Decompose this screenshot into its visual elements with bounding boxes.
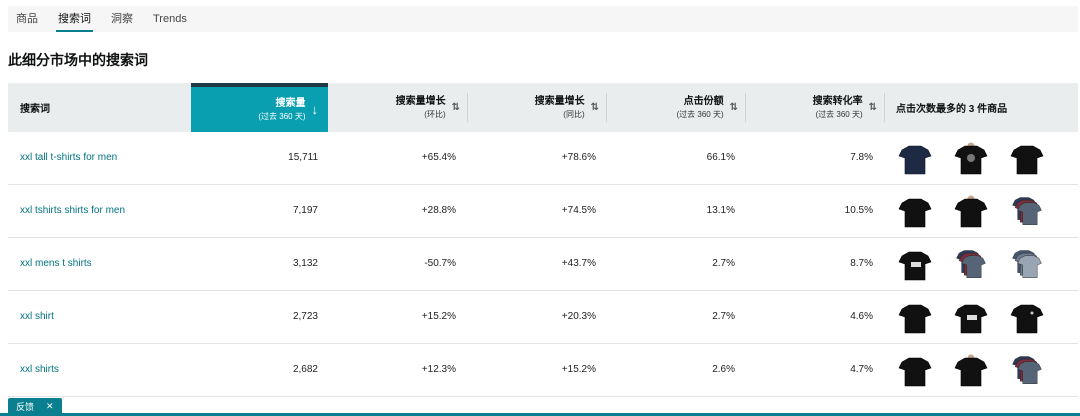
product-thumbnail[interactable] [954, 354, 988, 388]
conversion-value: 10.5% [844, 205, 873, 216]
col-sub: (同比) [563, 109, 585, 119]
product-thumbnail[interactable] [954, 195, 988, 229]
product-thumbnail[interactable] [898, 301, 932, 335]
col-label: 搜索转化率 [812, 95, 863, 107]
sort-icon[interactable]: ⇅ [452, 102, 460, 113]
col-label: 搜索量 [275, 97, 306, 109]
sort-desc-icon[interactable]: ↓ [312, 102, 319, 117]
product-thumbnail[interactable] [1010, 248, 1044, 282]
column-divider [467, 93, 468, 122]
column-divider [745, 93, 746, 122]
click-share-value: 2.6% [712, 364, 735, 375]
search-terms-table: 搜索词 搜索量 (过去 360 天) ↓ 搜索量增长 (环比) ⇅ 搜索量增长 (同比… [8, 83, 1078, 397]
close-icon[interactable]: ✕ [46, 401, 54, 412]
tab-insights[interactable]: 洞察 [109, 6, 135, 32]
product-thumbnail[interactable] [898, 248, 932, 282]
conversion-value: 4.6% [850, 311, 873, 322]
col-label: 搜索量增长 [395, 95, 446, 107]
col-conversion[interactable]: 搜索转化率 (过去 360 天) ⇅ [756, 83, 877, 132]
search-volume-value: 7,197 [292, 205, 318, 216]
product-thumbnail[interactable] [954, 248, 988, 282]
search-volume-value: 2,723 [292, 311, 318, 322]
col-label: 点击份额 [683, 95, 724, 107]
tab-products[interactable]: 商品 [14, 6, 40, 32]
growth-mom-value: +28.8% [421, 205, 456, 216]
search-term-link[interactable]: xxl shirts [20, 344, 190, 396]
product-thumbnail[interactable] [898, 142, 932, 176]
product-thumbnail[interactable] [954, 142, 988, 176]
sort-icon[interactable]: ⇅ [730, 102, 738, 113]
col-search-term: 搜索词 [20, 104, 50, 115]
product-thumbnail[interactable] [1010, 354, 1044, 388]
conversion-value: 8.7% [850, 258, 873, 269]
search-volume-value: 2,682 [292, 364, 318, 375]
conversion-value: 7.8% [850, 152, 873, 163]
product-thumbnail[interactable] [898, 195, 932, 229]
growth-mom-value: +15.2% [421, 311, 456, 322]
col-top-products: 点击次数最多的 3 件商品 [896, 104, 1008, 115]
growth-yoy-value: +15.2% [561, 364, 596, 375]
column-divider [606, 93, 607, 122]
tab-search-terms[interactable]: 搜索词 [56, 6, 93, 32]
col-sub: (过去 360 天) [258, 111, 306, 121]
col-label: 搜索量增长 [534, 95, 585, 107]
table-row: xxl tshirts shirts for men 7,197 +28.8% +74… [8, 185, 1078, 238]
feedback-button[interactable]: 反馈 ✕ [8, 398, 62, 414]
tab-trends[interactable]: Trends [151, 6, 189, 32]
click-share-value: 2.7% [712, 311, 735, 322]
col-click-share[interactable]: 点击份额 (过去 360 天) ⇅ [618, 83, 738, 132]
table-header: 搜索词 搜索量 (过去 360 天) ↓ 搜索量增长 (环比) ⇅ 搜索量增长 (同比… [8, 83, 1078, 132]
col-search-volume[interactable]: 搜索量 (过去 360 天) ↓ [191, 83, 328, 132]
table-body: xxl tall t-shirts for men 15,711 +65.4% +78… [8, 132, 1078, 397]
product-thumbnail[interactable] [1010, 142, 1044, 176]
product-thumbnail[interactable] [954, 301, 988, 335]
table-row: xxl shirts 2,682 +12.3% +15.2% 2.6% 4.7% [8, 344, 1078, 397]
col-sub: (过去 360 天) [815, 109, 863, 119]
sort-icon[interactable]: ⇅ [869, 102, 877, 113]
col-growth-yoy[interactable]: 搜索量增长 (同比) ⇅ [478, 83, 599, 132]
product-thumbnail[interactable] [1010, 301, 1044, 335]
feedback-label: 反馈 [16, 401, 35, 412]
section-title: 此细分市场中的搜索词 [8, 52, 148, 68]
search-term-link[interactable]: xxl tall t-shirts for men [20, 132, 190, 184]
col-sub: (过去 360 天) [676, 109, 724, 119]
table-row: xxl shirt 2,723 +15.2% +20.3% 2.7% 4.6% [8, 291, 1078, 344]
table-row: xxl tall t-shirts for men 15,711 +65.4% +78… [8, 132, 1078, 185]
search-volume-value: 3,132 [292, 258, 318, 269]
tab-bar: 商品 搜索词 洞察 Trends [8, 6, 1078, 32]
conversion-value: 4.7% [850, 364, 873, 375]
column-divider [884, 93, 885, 122]
growth-yoy-value: +20.3% [561, 311, 596, 322]
click-share-value: 2.7% [712, 258, 735, 269]
product-thumbnail[interactable] [1010, 195, 1044, 229]
col-sub: (环比) [424, 109, 446, 119]
growth-mom-value: -50.7% [424, 258, 456, 269]
click-share-value: 66.1% [706, 152, 735, 163]
click-share-value: 13.1% [706, 205, 735, 216]
search-term-link[interactable]: xxl mens t shirts [20, 238, 190, 290]
table-row: xxl mens t shirts 3,132 -50.7% +43.7% 2.7% 8.… [8, 238, 1078, 291]
sort-icon[interactable]: ⇅ [591, 102, 599, 113]
growth-mom-value: +65.4% [421, 152, 456, 163]
product-thumbnail[interactable] [898, 354, 932, 388]
growth-mom-value: +12.3% [421, 364, 456, 375]
search-term-link[interactable]: xxl tshirts shirts for men [20, 185, 190, 237]
growth-yoy-value: +43.7% [561, 258, 596, 269]
growth-yoy-value: +78.6% [561, 152, 596, 163]
col-growth-mom[interactable]: 搜索量增长 (环比) ⇅ [338, 83, 460, 132]
growth-yoy-value: +74.5% [561, 205, 596, 216]
search-volume-value: 15,711 [288, 152, 318, 163]
search-term-link[interactable]: xxl shirt [20, 291, 190, 343]
